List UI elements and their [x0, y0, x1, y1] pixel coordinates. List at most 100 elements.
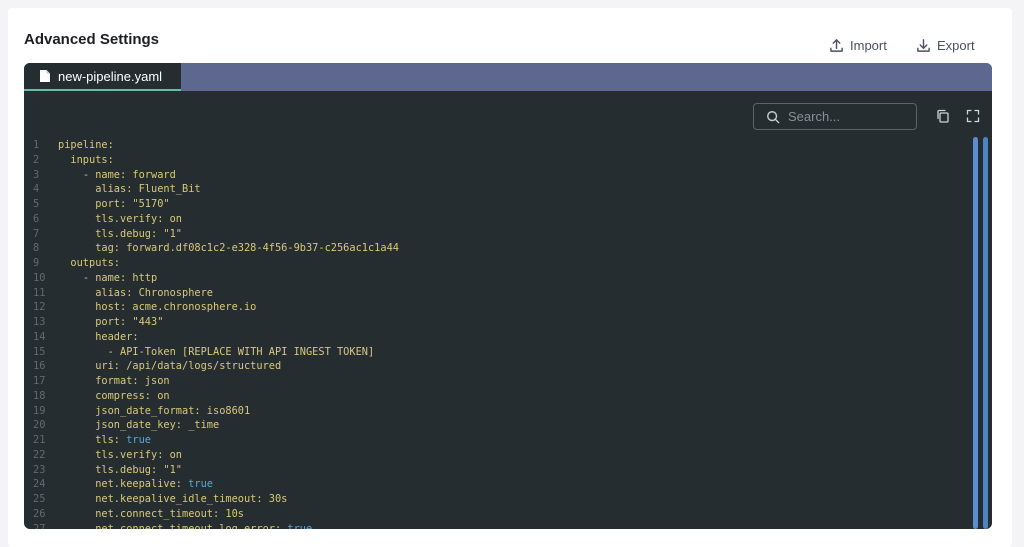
code-line: 14 header: [24, 330, 964, 345]
code-line: 9 outputs: [24, 256, 964, 271]
export-button[interactable]: Export [916, 35, 975, 55]
line-code: host: acme.chronosphere.io [95, 301, 257, 314]
code-line: 13 port: "443" [24, 315, 964, 330]
import-label: Import [850, 37, 887, 53]
code-line: 15 - API-Token [REPLACE WITH API INGEST … [24, 345, 964, 360]
line-number: 22 [33, 448, 46, 461]
upload-icon [830, 38, 843, 52]
line-number: 9 [33, 257, 40, 269]
code-line: 21 tls: true [24, 433, 964, 448]
line-code: compress: on [95, 389, 170, 402]
code-line: 5 port: "5170" [24, 197, 964, 212]
tab-new-pipeline-yaml[interactable]: new-pipeline.yaml [24, 63, 181, 91]
line-text: inputs: [58, 153, 114, 168]
code-line: 24 net.keepalive: true [24, 477, 964, 492]
fullscreen-icon[interactable] [966, 109, 980, 123]
line-text: json_date_key: _time [58, 418, 219, 433]
line-text: net.connect_timeout: 10s [58, 507, 244, 522]
copy-icon[interactable] [936, 109, 950, 123]
line-code: - name: forward [82, 168, 176, 181]
line-number: 1 [33, 139, 40, 151]
line-number: 15 [33, 345, 46, 358]
line-text: - name: http [58, 271, 157, 286]
line-text: format: json [58, 374, 170, 389]
line-code: alias: Fluent_Bit [95, 183, 201, 196]
code-line: 10 - name: http [24, 271, 964, 286]
line-code: tls.debug: "1" [95, 227, 182, 240]
line-text: - name: forward [58, 168, 176, 183]
code-editor[interactable]: new-pipeline.yaml 1 pipeline: 2 inputs: 3 -… [24, 63, 992, 529]
code-line: 16 uri: /api/data/logs/structured [24, 359, 964, 374]
download-icon [917, 38, 930, 52]
line-code: tls.verify: on [95, 212, 182, 225]
line-text: json_date_format: iso8601 [58, 404, 250, 419]
line-number: 25 [33, 493, 46, 505]
line-text: compress: on [58, 389, 170, 404]
line-text: - API-Token [REPLACE WITH API INGEST TOK… [58, 345, 375, 360]
line-number: 2 [33, 153, 40, 166]
code-line: 6 tls.verify: on [24, 212, 964, 227]
line-code: port: "5170" [95, 198, 170, 210]
code-line: 8 tag: forward.df08c1c2-e328-4f56-9b37-c… [24, 241, 964, 256]
boolean-value: true [126, 434, 152, 446]
line-text: net.keepalive: true [58, 477, 213, 492]
line-number: 26 [33, 507, 46, 520]
code-line: 25 net.keepalive_idle_timeout: 30s [24, 492, 964, 507]
vertical-scrollbar[interactable] [973, 137, 978, 529]
overview-ruler[interactable] [983, 137, 988, 529]
line-text: tls.debug: "1" [58, 463, 182, 478]
code-line: 19 json_date_format: iso8601 [24, 404, 964, 419]
code-content[interactable]: 1 pipeline: 2 inputs: 3 - name: forward 4 al… [24, 138, 964, 529]
line-text: port: "443" [58, 315, 163, 330]
code-line: 3 - name: forward [24, 168, 964, 183]
line-code: inputs: [70, 153, 114, 166]
line-number: 14 [33, 330, 46, 343]
line-code: header: [95, 330, 139, 343]
code-line: 12 host: acme.chronosphere.io [24, 300, 964, 315]
code-line: 4 alias: Fluent_Bit [24, 182, 964, 197]
line-code: uri: /api/data/logs/structured [95, 360, 282, 373]
line-number: 27 [33, 522, 46, 530]
search-icon [767, 110, 780, 123]
line-code: format: json [95, 375, 170, 387]
line-text: tls: true [58, 433, 151, 448]
line-number: 18 [33, 389, 46, 402]
line-code: tls.verify: on [95, 448, 182, 461]
code-line: 27 net.connect_timeout_log_error: true [24, 522, 964, 530]
file-icon [40, 70, 50, 82]
line-number: 3 [33, 168, 40, 181]
line-text: tls.verify: on [58, 448, 182, 463]
line-number: 13 [33, 316, 46, 328]
editor-tab-bar: new-pipeline.yaml [24, 63, 992, 91]
code-line: 26 net.connect_timeout: 10s [24, 507, 964, 522]
search-box[interactable] [753, 103, 917, 130]
line-text: tag: forward.df08c1c2-e328-4f56-9b37-c25… [58, 241, 399, 256]
line-number: 21 [33, 434, 46, 446]
line-number: 17 [33, 375, 46, 387]
line-number: 12 [33, 301, 46, 314]
line-text: pipeline: [58, 138, 114, 153]
search-input[interactable] [788, 109, 908, 124]
line-code: tls: [95, 434, 127, 446]
code-line: 20 json_date_key: _time [24, 418, 964, 433]
line-text: tls.debug: "1" [58, 227, 182, 242]
line-number: 19 [33, 404, 46, 417]
import-button[interactable]: Import [829, 35, 887, 55]
line-code: net.connect_timeout_log_error: [95, 522, 288, 530]
line-code: tls.debug: "1" [95, 463, 182, 476]
code-line: 17 format: json [24, 374, 964, 389]
tab-label: new-pipeline.yaml [58, 68, 163, 84]
